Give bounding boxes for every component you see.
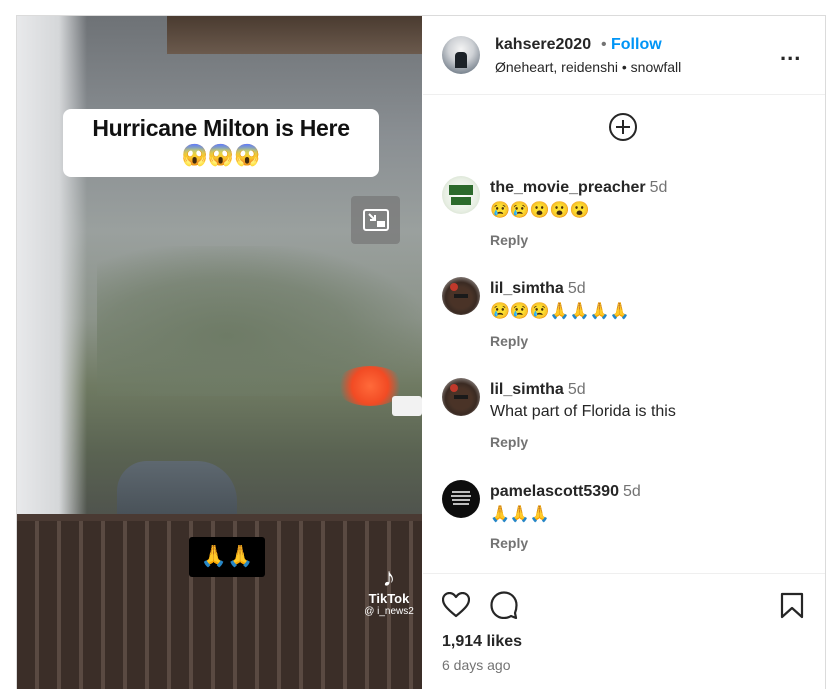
media-roof: [167, 16, 422, 54]
audio-separator: •: [621, 59, 627, 75]
comment-text: 😢😢😢🙏🙏🙏🙏: [490, 303, 630, 320]
pip-button[interactable]: [351, 196, 400, 244]
reply-button[interactable]: Reply: [490, 535, 528, 551]
like-count[interactable]: 1,914 likes: [442, 633, 522, 651]
collaborators[interactable]: Øneheart, reidenshi: [495, 59, 618, 75]
caption-emoji: 😱😱😱: [181, 144, 261, 167]
follow-button[interactable]: Follow: [611, 36, 662, 54]
add-circle-icon[interactable]: [608, 112, 638, 142]
commenter-text-avatar-icon: [451, 491, 471, 505]
pip-icon: [363, 209, 389, 231]
tiktok-handle: @ i_news2: [364, 606, 414, 617]
author-username[interactable]: kahsere2020: [495, 36, 591, 54]
author-avatar[interactable]: [442, 36, 480, 74]
comment-time: 5d: [649, 179, 668, 196]
tiktok-name: TikTok: [368, 591, 410, 606]
commenter-avatar[interactable]: [442, 480, 480, 518]
commenter-avatar[interactable]: [442, 176, 480, 214]
header-separator: •: [601, 36, 607, 53]
audio-track[interactable]: snowfall: [631, 59, 682, 75]
comment-item: lil_simtha 5d What part of Florida is thi…: [423, 378, 825, 458]
commenter-avatar[interactable]: [442, 277, 480, 315]
comment-time: 5d: [567, 280, 586, 297]
media-truck: [392, 396, 422, 416]
comment-time: 5d: [622, 483, 641, 500]
comment-item: lil_simtha 5d 😢😢😢🙏🙏🙏🙏 Reply: [423, 277, 825, 357]
comment-username[interactable]: pamelascott5390 5d: [490, 483, 641, 501]
heart-icon[interactable]: [442, 592, 470, 618]
comment-item: pamelascott5390 5d 🙏🙏🙏 Reply: [423, 480, 825, 560]
reply-button[interactable]: Reply: [490, 333, 528, 349]
more-icon[interactable]: ...: [780, 40, 801, 66]
bookmark-icon[interactable]: [780, 592, 804, 619]
video-caption: Hurricane Milton is Here 😱😱😱: [63, 109, 379, 177]
post-header: kahsere2020 • Follow Øneheart, reidenshi…: [423, 16, 825, 95]
commenter-avatar[interactable]: [442, 378, 480, 416]
comment-username[interactable]: lil_simtha 5d: [490, 381, 586, 399]
commenter-logo-icon: [449, 185, 473, 205]
tiktok-logo-icon: ♪: [382, 562, 396, 592]
commenter-face-icon: [450, 283, 472, 309]
reply-button[interactable]: Reply: [490, 232, 528, 248]
comment-username[interactable]: the_movie_preacher 5d: [490, 179, 667, 197]
comment-item: the_movie_preacher 5d 😢😢😮😮😮 Reply: [423, 176, 825, 256]
reply-button[interactable]: Reply: [490, 434, 528, 450]
comment-icon[interactable]: [490, 591, 518, 619]
post-subline: Øneheart, reidenshi • snowfall: [495, 59, 681, 75]
caption-title: Hurricane Milton is Here: [92, 115, 350, 141]
video-overlay-emoji: 🙏🙏: [189, 537, 265, 577]
tiktok-watermark: ♪ TikTok @ i_news2: [356, 563, 422, 617]
post-time: 6 days ago: [442, 657, 511, 673]
commenter-face-icon: [450, 384, 472, 410]
comment-text: 🙏🙏🙏: [490, 506, 550, 523]
comment-time: 5d: [567, 381, 586, 398]
action-bar: 1,914 likes 6 days ago: [423, 573, 825, 690]
comment-text: 😢😢😮😮😮: [490, 202, 590, 219]
comment-username[interactable]: lil_simtha 5d: [490, 280, 586, 298]
comment-text: What part of Florida is this: [490, 403, 676, 420]
